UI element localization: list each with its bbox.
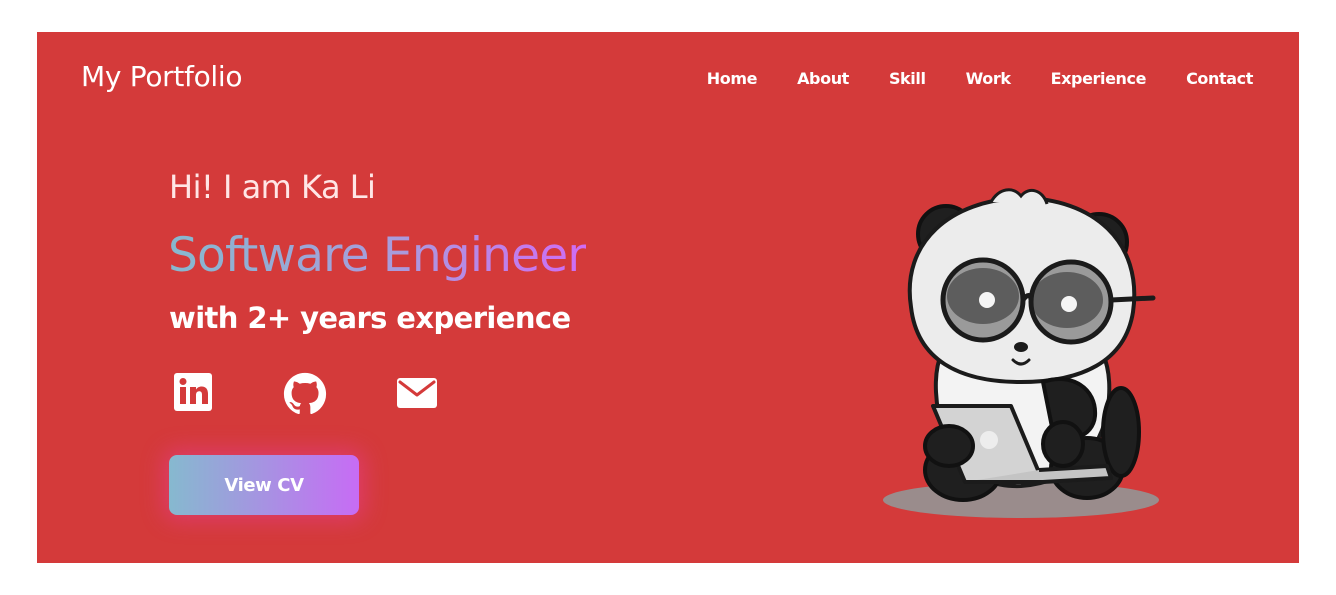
mail-link[interactable]	[395, 372, 439, 416]
main-nav: Home About Skill Work Experience Contact	[707, 69, 1254, 88]
hero-section: My Portfolio Home About Skill Work Exper…	[37, 32, 1299, 563]
view-cv-button[interactable]: View CV	[169, 455, 359, 515]
nav-experience[interactable]: Experience	[1051, 69, 1147, 88]
nav-work[interactable]: Work	[966, 69, 1011, 88]
linkedin-icon	[174, 373, 212, 411]
hero-greeting: Hi! I am Ka Li	[169, 168, 376, 206]
mail-icon	[397, 378, 437, 408]
nav-home[interactable]: Home	[707, 69, 758, 88]
site-brand[interactable]: My Portfolio	[81, 60, 243, 93]
nav-contact[interactable]: Contact	[1186, 69, 1253, 88]
nav-about[interactable]: About	[797, 69, 849, 88]
github-icon	[283, 372, 327, 415]
panda-with-laptop-illustration	[883, 188, 1159, 518]
hero-role: Software Engineer	[168, 228, 587, 283]
github-link[interactable]	[283, 372, 327, 420]
nav-skill[interactable]: Skill	[889, 69, 926, 88]
linkedin-link[interactable]	[173, 372, 213, 416]
hero-tagline: with 2+ years experience	[169, 301, 571, 335]
